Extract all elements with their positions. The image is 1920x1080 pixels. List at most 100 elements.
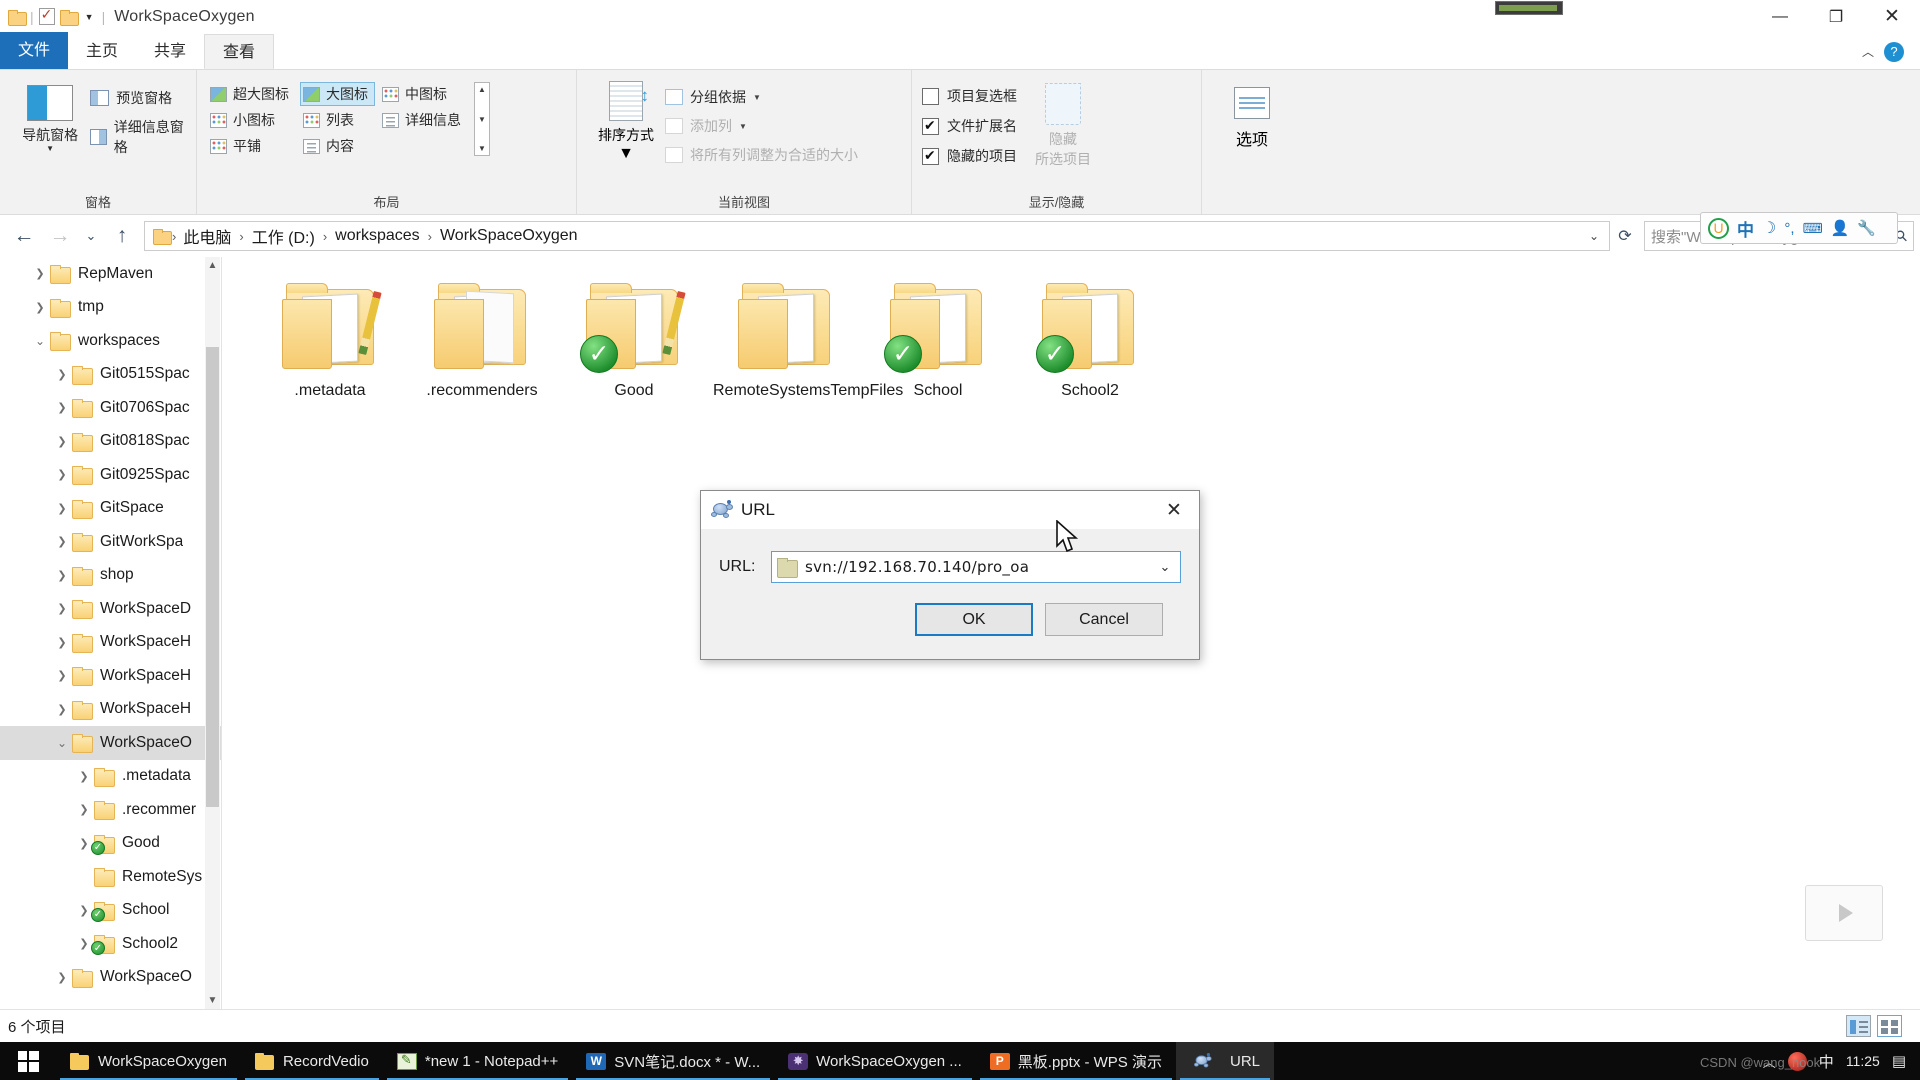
layout-list[interactable]: 列表 <box>300 108 375 132</box>
tree-item[interactable]: ❯ .recommer <box>0 793 221 827</box>
sogou-power-icon[interactable]: U <box>1708 217 1729 239</box>
file-extensions-checkbox[interactable] <box>922 117 939 135</box>
scroll-down-icon[interactable]: ▼ <box>478 115 486 124</box>
ime-punctuation-icon[interactable]: °, <box>1784 220 1794 237</box>
expand-gallery-icon[interactable]: ▼ <box>478 144 486 153</box>
file-item[interactable]: ✓ School2 <box>1014 275 1166 401</box>
details-pane-button[interactable]: 详细信息窗格 <box>90 117 186 157</box>
file-extensions-row[interactable]: 文件扩展名 <box>922 116 1017 136</box>
tree-item[interactable]: ❯ GitSpace <box>0 492 221 526</box>
taskbar-item[interactable]: P 黑板.pptx - WPS 演示 <box>976 1042 1176 1080</box>
taskbar-item[interactable]: ✸ WorkSpaceOxygen ... <box>774 1042 976 1080</box>
tree-item[interactable]: ❯ RepMaven <box>0 257 221 291</box>
close-button[interactable]: ✕ <box>1864 0 1920 33</box>
tab-file[interactable]: 文件 <box>0 32 69 69</box>
scroll-up-icon[interactable]: ▲ <box>205 257 220 274</box>
forward-button[interactable]: → <box>42 218 78 254</box>
layout-medium-icons[interactable]: 中图标 <box>379 82 468 106</box>
maximize-button[interactable]: ❐ <box>1808 0 1864 33</box>
chevron-right-icon[interactable]: ❯ <box>52 703 72 716</box>
chevron-right-icon[interactable]: ❯ <box>74 770 94 783</box>
layout-small-icons[interactable]: 小图标 <box>207 108 296 132</box>
details-view-button[interactable] <box>1846 1015 1871 1037</box>
chevron-right-icon[interactable]: ❯ <box>52 502 72 515</box>
tree-item[interactable]: ❯ ✓ School2 <box>0 927 221 961</box>
scroll-down-icon[interactable]: ▼ <box>205 992 220 1009</box>
tree-item[interactable]: ❯ WorkSpaceH <box>0 693 221 727</box>
layout-tiles[interactable]: 平铺 <box>207 134 296 158</box>
breadcrumb-item-0[interactable]: 此电脑 <box>178 223 236 249</box>
tree-item[interactable]: ❯ WorkSpaceH <box>0 659 221 693</box>
chevron-right-icon[interactable]: ❯ <box>30 267 50 280</box>
tree-item[interactable]: ❯ tmp <box>0 291 221 325</box>
chevron-down-icon[interactable]: ▼ <box>82 12 97 22</box>
ime-language-icon[interactable]: 中 <box>1737 216 1754 241</box>
sort-by-button[interactable]: 排序方式 ▼ <box>587 79 665 163</box>
file-item[interactable]: ✓ Good <box>558 275 710 401</box>
breadcrumb-item-2[interactable]: workspaces <box>330 226 424 246</box>
tree-item[interactable]: ❯ Git0925Spac <box>0 458 221 492</box>
layout-details[interactable]: 详细信息 <box>379 108 468 132</box>
large-icons-view-button[interactable] <box>1877 1015 1902 1037</box>
ime-toolbar[interactable]: U 中 ☽ °, ⌨ 👤 🔧 <box>1700 212 1898 244</box>
taskbar-item[interactable]: *new 1 - Notepad++ <box>383 1042 572 1080</box>
video-player-thumbnail[interactable] <box>1805 885 1883 941</box>
navigation-pane-button[interactable]: 导航窗格 ▼ <box>10 79 90 153</box>
tree-item[interactable]: ❯ GitWorkSpa <box>0 525 221 559</box>
chevron-down-icon[interactable]: ⌄ <box>52 736 72 750</box>
taskbar-item[interactable]: URL <box>1175 1042 1274 1080</box>
chevron-right-icon[interactable]: ❯ <box>52 569 72 582</box>
preview-pane-button[interactable]: 预览窗格 <box>90 88 186 108</box>
hidden-items-checkbox[interactable] <box>922 147 939 165</box>
nav-pane-scrollbar[interactable]: ▲ ▼ <box>205 257 220 1009</box>
chevron-right-icon[interactable]: ❯ <box>52 535 72 548</box>
breadcrumb[interactable]: › 此电脑 › 工作 (D:) › workspaces › WorkSpace… <box>144 221 1610 251</box>
taskbar-item[interactable]: W SVN笔记.docx * - W... <box>572 1042 774 1080</box>
tray-ime-icon[interactable]: 中 <box>1819 1051 1834 1072</box>
chevron-down-icon[interactable]: ⌄ <box>1583 229 1605 243</box>
file-item[interactable]: RemoteSystemsTempFiles <box>710 275 903 401</box>
chevron-right-icon[interactable]: ❯ <box>52 368 72 381</box>
tree-item[interactable]: ❯ WorkSpaceD <box>0 592 221 626</box>
collapse-ribbon-icon[interactable]: ︿ <box>1862 43 1874 60</box>
tree-item[interactable]: ⌄ WorkSpaceO <box>0 726 221 760</box>
layout-content[interactable]: 内容 <box>300 134 375 158</box>
layout-scroll-arrows[interactable]: ▲ ▼ ▼ <box>474 82 490 156</box>
tree-item[interactable]: ❯ Git0706Spac <box>0 391 221 425</box>
ime-moon-icon[interactable]: ☽ <box>1762 218 1776 238</box>
url-value[interactable]: svn://192.168.70.140/pro_oa <box>805 558 1152 576</box>
up-button[interactable]: ↑ <box>104 218 140 254</box>
chevron-right-icon[interactable]: ❯ <box>30 301 50 314</box>
tree-item[interactable]: ❯ ✓ Good <box>0 827 221 861</box>
ok-button[interactable]: OK <box>915 603 1033 636</box>
properties-icon[interactable] <box>38 6 55 25</box>
tree-item[interactable]: RemoteSys <box>0 860 221 894</box>
tree-item[interactable]: ❯ Git0515Spac <box>0 358 221 392</box>
breadcrumb-item-1[interactable]: 工作 (D:) <box>247 223 320 249</box>
dialog-close-button[interactable]: ✕ <box>1157 493 1191 527</box>
tree-item[interactable]: ❯ WorkSpaceH <box>0 626 221 660</box>
chevron-down-icon[interactable]: ⌄ <box>1152 559 1178 575</box>
chevron-right-icon[interactable]: ❯ <box>52 602 72 615</box>
url-combobox[interactable]: svn://192.168.70.140/pro_oa ⌄ <box>771 551 1181 583</box>
tab-share[interactable]: 共享 <box>136 34 204 69</box>
start-button[interactable] <box>0 1042 56 1080</box>
add-column-button[interactable]: 添加列 ▼ <box>665 116 858 136</box>
tab-home[interactable]: 主页 <box>68 34 136 69</box>
size-all-columns-button[interactable]: 将所有列调整为合适的大小 <box>665 145 858 165</box>
chevron-down-icon[interactable]: ⌄ <box>30 334 50 348</box>
folder-icon[interactable] <box>8 9 27 26</box>
taskbar-item[interactable]: RecordVedio <box>241 1042 383 1080</box>
taskbar-item[interactable]: WorkSpaceOxygen <box>56 1042 241 1080</box>
item-checkboxes-checkbox[interactable] <box>922 87 939 105</box>
chevron-right-icon[interactable]: ❯ <box>52 401 72 414</box>
group-by-button[interactable]: 分组依据 ▼ <box>665 87 858 107</box>
layout-large-icons[interactable]: 大图标 <box>300 82 375 106</box>
file-item[interactable]: .metadata <box>254 275 406 401</box>
cancel-button[interactable]: Cancel <box>1045 603 1163 636</box>
refresh-button[interactable]: ⟳ <box>1610 221 1640 251</box>
file-item[interactable]: ✓ School <box>862 275 1014 401</box>
file-item[interactable]: .recommenders <box>406 275 558 401</box>
chevron-right-icon[interactable]: ❯ <box>52 468 72 481</box>
scroll-up-icon[interactable]: ▲ <box>478 85 486 94</box>
